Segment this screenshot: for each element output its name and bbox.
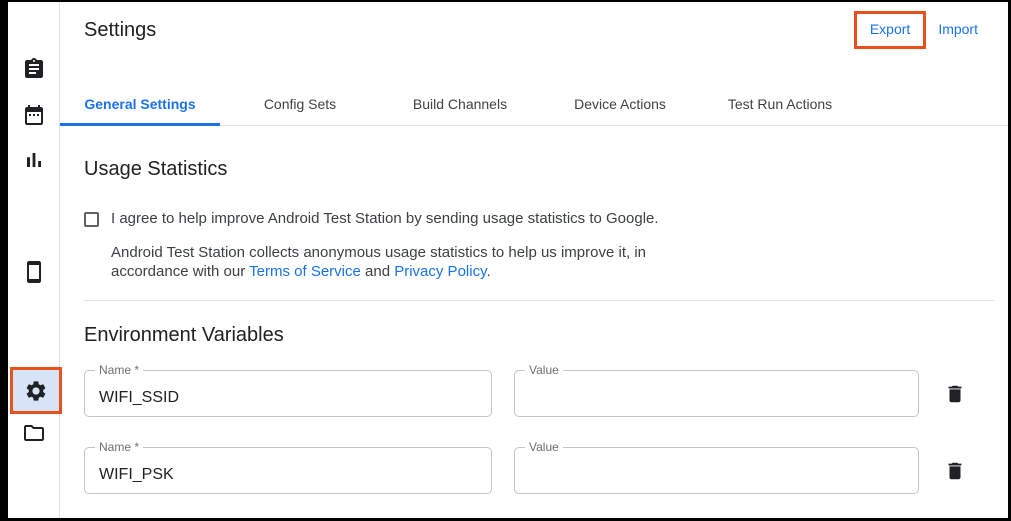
tab-build-channels[interactable]: Build Channels [380, 84, 540, 126]
privacy-policy-link[interactable]: Privacy Policy [394, 263, 486, 280]
app-window: Settings Export Import General Settings … [0, 0, 1011, 521]
usage-statistics-agree-label: I agree to help improve Android Test Sta… [111, 207, 659, 231]
section-divider [84, 300, 994, 301]
settings-nav-highlight [10, 367, 62, 414]
env-var-value-field: Value [514, 370, 919, 417]
bar-chart-icon [22, 148, 46, 172]
main-panel: Settings Export Import General Settings … [60, 2, 1008, 518]
env-var-row: Name * Value [84, 370, 984, 417]
env-var-name-input[interactable] [85, 448, 491, 493]
environment-variables-heading: Environment Variables [84, 321, 984, 349]
tab-general-settings[interactable]: General Settings [60, 84, 220, 126]
sidebar-item-devices[interactable] [22, 260, 46, 284]
sidebar-item-test-plans[interactable] [22, 103, 46, 127]
tab-device-actions[interactable]: Device Actions [540, 84, 700, 126]
usage-statistics-checkbox[interactable] [84, 212, 99, 227]
delete-env-var-button[interactable] [944, 459, 968, 483]
env-var-value-input[interactable] [515, 371, 918, 416]
env-var-name-field: Name * [84, 370, 492, 417]
tab-config-sets[interactable]: Config Sets [220, 84, 380, 126]
export-button[interactable]: Export [870, 21, 910, 37]
gear-icon[interactable] [24, 379, 48, 403]
env-var-name-input[interactable] [85, 371, 491, 416]
tab-test-run-actions[interactable]: Test Run Actions [700, 84, 860, 126]
env-var-value-field: Value [514, 447, 919, 494]
sidebar-item-test-suites[interactable] [22, 57, 46, 81]
value-field-label: Value [525, 441, 563, 454]
page-header: Settings Export Import [60, 2, 1008, 58]
env-var-row: Name * Value [84, 447, 984, 494]
name-field-label: Name * [95, 441, 143, 454]
delete-env-var-button[interactable] [944, 382, 968, 406]
usage-statistics-agree-row: I agree to help improve Android Test Sta… [84, 207, 984, 231]
sidebar-item-file-browser[interactable] [22, 421, 46, 445]
usage-statistics-heading: Usage Statistics [84, 155, 984, 183]
trash-icon [944, 383, 968, 405]
description-conjunction: and [361, 263, 394, 280]
calendar-icon [22, 103, 46, 127]
env-var-value-input[interactable] [515, 448, 918, 493]
page-title: Settings [84, 19, 156, 42]
usage-statistics-description: Android Test Station collects anonymous … [84, 243, 704, 281]
smartphone-icon [22, 260, 46, 284]
sidebar [8, 2, 60, 518]
general-settings-content: Usage Statistics I agree to help improve… [60, 126, 1008, 518]
folder-icon [22, 421, 46, 445]
export-annotation-box: Export [854, 11, 926, 49]
settings-tab-bar: General Settings Config Sets Build Chann… [60, 84, 1008, 126]
sidebar-item-test-results[interactable] [22, 148, 46, 172]
trash-icon [944, 460, 968, 482]
name-field-label: Name * [95, 364, 143, 377]
assignment-icon [22, 57, 46, 81]
value-field-label: Value [525, 364, 563, 377]
terms-of-service-link[interactable]: Terms of Service [249, 263, 361, 280]
description-suffix: . [486, 263, 490, 280]
import-button[interactable]: Import [938, 21, 978, 37]
env-var-name-field: Name * [84, 447, 492, 494]
